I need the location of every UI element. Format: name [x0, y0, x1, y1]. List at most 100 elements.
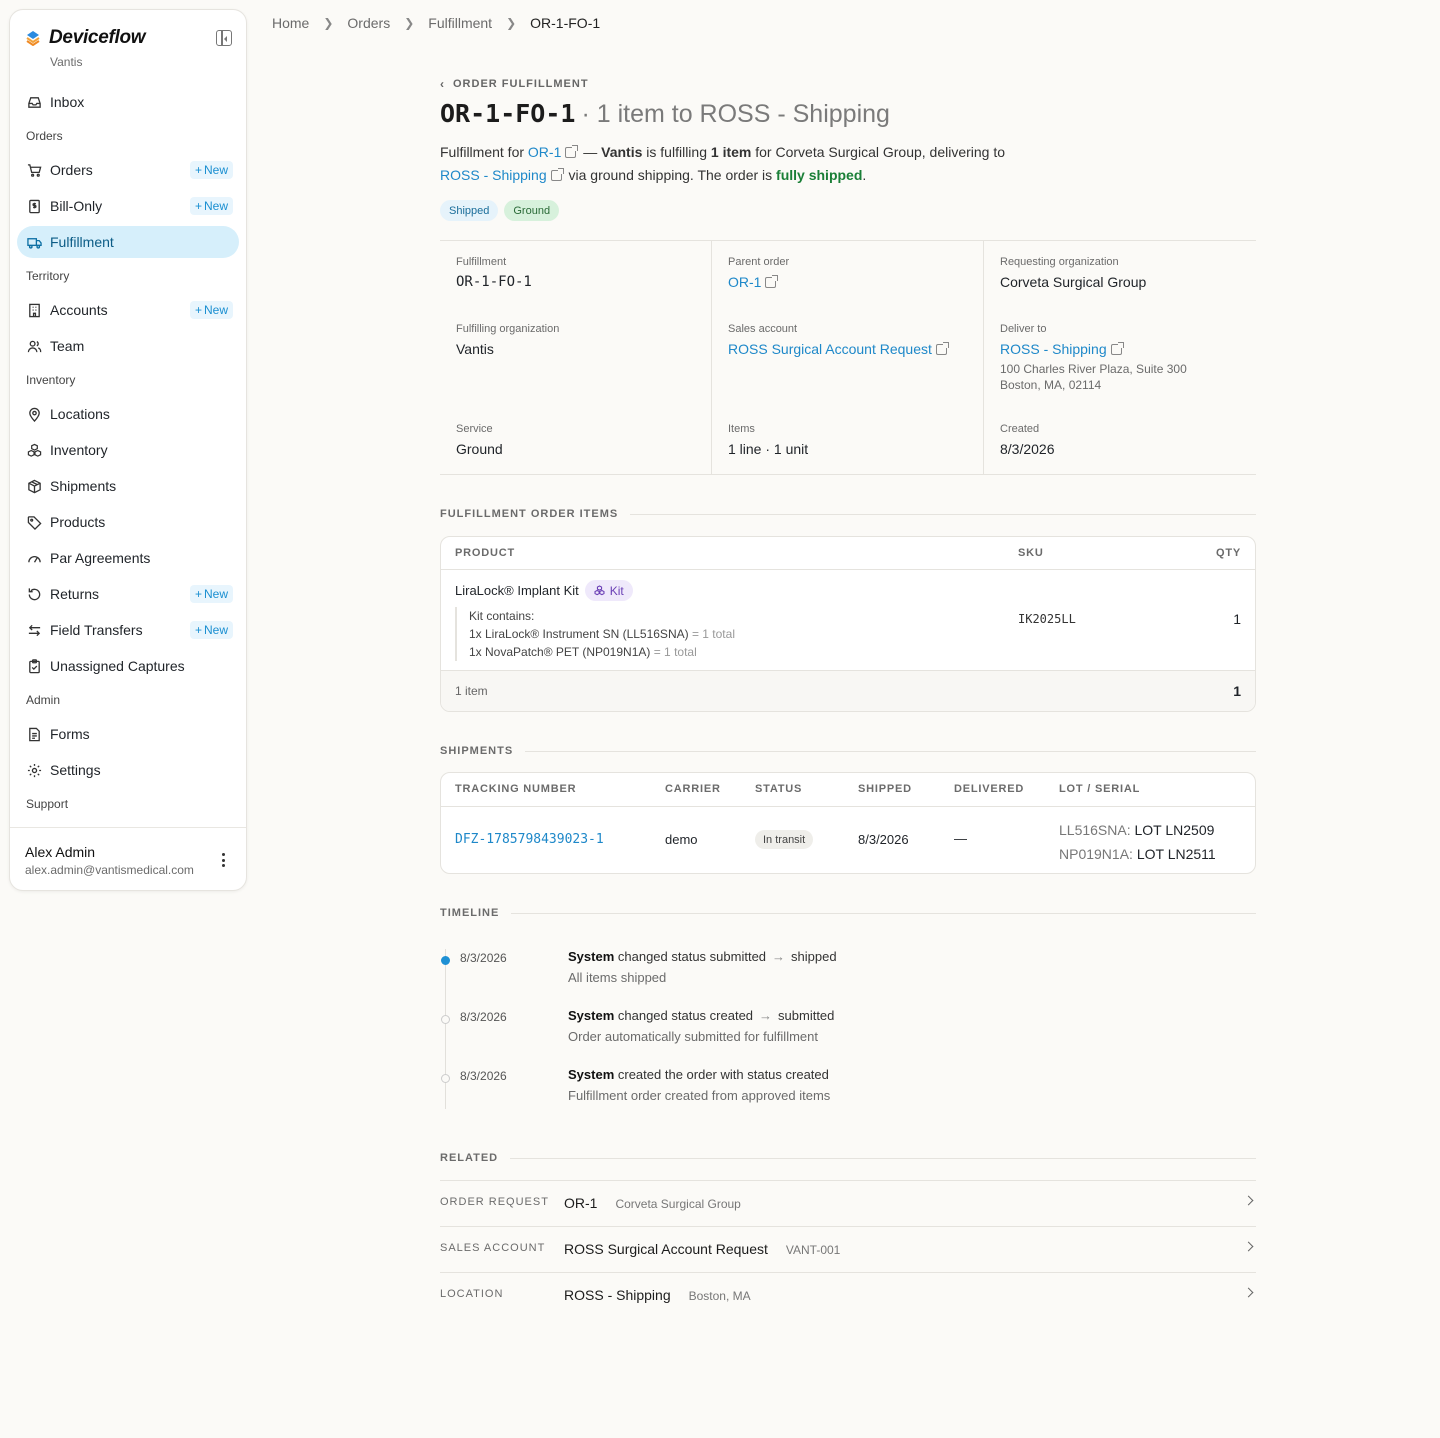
table-header: TRACKING NUMBER CARRIER STATUS SHIPPED D…: [441, 773, 1255, 807]
sidebar-item-par-agreements[interactable]: Par Agreements: [17, 542, 239, 574]
parent-order-link[interactable]: OR-1: [728, 274, 761, 290]
sidebar-item-label: Bill-Only: [50, 198, 103, 214]
section-inventory: Inventory: [26, 373, 76, 387]
gauge-icon: [26, 550, 42, 566]
sales-account-link[interactable]: ROSS Surgical Account Request: [728, 341, 932, 357]
details-col-3: Requesting organization Corveta Surgical…: [984, 241, 1256, 474]
new-bill-only-button[interactable]: + New: [189, 197, 233, 215]
sidebar-item-fulfillment[interactable]: Fulfillment: [17, 226, 239, 258]
rotate-ccw-icon: [26, 586, 42, 602]
brand[interactable]: Deviceflow: [25, 27, 146, 49]
breadcrumb-home[interactable]: Home: [272, 15, 309, 31]
service-badge: Ground: [504, 200, 560, 221]
order-link[interactable]: OR-1: [528, 144, 561, 160]
tracking-link[interactable]: DFZ-1785798439023-1: [455, 832, 604, 847]
kit-icon: [594, 585, 605, 596]
sidebar-item-settings[interactable]: Settings: [17, 754, 239, 786]
shipments-section-title: SHIPMENTS: [440, 745, 1256, 757]
related-order-request[interactable]: ORDER REQUEST OR-1 Corveta Surgical Group: [440, 1180, 1256, 1226]
external-link-icon[interactable]: [1110, 342, 1124, 355]
field-service: Service Ground: [456, 423, 503, 457]
eyebrow-label: ORDER FULFILLMENT: [453, 78, 589, 90]
new-order-button[interactable]: + New: [189, 161, 233, 179]
chevron-right-icon: ❯: [506, 16, 517, 30]
sidebar-item-inventory[interactable]: Inventory: [17, 434, 239, 466]
delivered-date: —: [954, 831, 967, 846]
external-link-icon[interactable]: [765, 275, 779, 288]
new-return-button[interactable]: + New: [189, 585, 233, 603]
related-location[interactable]: LOCATION ROSS - Shipping Boston, MA: [440, 1272, 1256, 1318]
transfer-arrows-icon: [26, 622, 42, 638]
timeline-section-title: TIMELINE: [440, 907, 1256, 919]
timeline-dot-icon: [441, 1074, 450, 1083]
arrow-right-icon: →: [759, 1008, 773, 1023]
new-field-transfer-button[interactable]: + New: [189, 621, 233, 639]
plus-icon: +: [194, 587, 202, 601]
back-link[interactable]: ‹ ORDER FULFILLMENT: [440, 77, 1256, 91]
deviceflow-logo-icon: [25, 30, 41, 47]
field-deliver-to: Deliver to ROSS - Shipping 100 Charles R…: [1000, 323, 1187, 392]
external-link-icon[interactable]: [565, 145, 579, 158]
timeline-event: 8/3/2026 System created the order with s…: [440, 1066, 1256, 1126]
sidebar-item-locations[interactable]: Locations: [17, 398, 239, 430]
external-link-icon[interactable]: [550, 168, 564, 181]
sidebar-item-forms[interactable]: Forms: [17, 718, 239, 750]
sidebar-item-label: Team: [50, 338, 85, 354]
status-badges: Shipped Ground: [440, 200, 1256, 221]
related-sales-account[interactable]: SALES ACCOUNT ROSS Surgical Account Requ…: [440, 1226, 1256, 1272]
details-col-2: Parent order OR-1 Sales account ROSS Sur…: [712, 241, 984, 474]
collapse-sidebar-icon[interactable]: [216, 30, 232, 46]
arrow-right-icon: →: [772, 949, 786, 964]
sidebar-item-unassigned-captures[interactable]: Unassigned Captures: [17, 650, 239, 682]
sidebar-item-inbox[interactable]: Inbox: [17, 86, 239, 118]
building-icon: [26, 302, 42, 318]
timeline-dot-icon: [441, 956, 450, 965]
sidebar-item-shipments[interactable]: Shipments: [17, 470, 239, 502]
sidebar-item-products[interactable]: Products: [17, 506, 239, 538]
package-icon: [26, 478, 42, 494]
sidebar-item-label: Accounts: [50, 302, 108, 318]
brand-name: Deviceflow: [49, 27, 146, 48]
main-content: ‹ ORDER FULFILLMENT OR-1-FO-1 · 1 item t…: [440, 77, 1256, 1303]
kit-contents: Kit contains: 1x LiraLock® Instrument SN…: [455, 607, 735, 661]
section-admin: Admin: [26, 693, 61, 707]
shipment-status-badge: In transit: [755, 830, 814, 849]
tag-icon: [26, 514, 42, 530]
new-account-button[interactable]: + New: [189, 301, 233, 319]
invoice-icon: [26, 198, 42, 214]
table-row[interactable]: LiraLock® Implant Kit Kit Kit contains: …: [441, 570, 1255, 671]
field-created: Created 8/3/2026: [1000, 423, 1055, 457]
sidebar-item-orders[interactable]: Orders + New: [17, 154, 239, 186]
table-header: PRODUCT SKU QTY: [441, 537, 1255, 570]
users-icon: [26, 338, 42, 354]
sidebar-item-field-transfers[interactable]: Field Transfers + New: [17, 614, 239, 646]
deliver-to-link[interactable]: ROSS - Shipping: [1000, 341, 1107, 357]
sidebar-item-accounts[interactable]: Accounts + New: [17, 294, 239, 326]
user-profile[interactable]: Alex Admin alex.admin@vantismedical.com: [10, 827, 246, 891]
sidebar-item-returns[interactable]: Returns + New: [17, 578, 239, 610]
field-requesting-org: Requesting organization Corveta Surgical…: [1000, 256, 1147, 290]
breadcrumb-orders[interactable]: Orders: [347, 15, 390, 31]
sidebar-item-bill-only[interactable]: Bill-Only + New: [17, 190, 239, 222]
page-title: OR-1-FO-1 · 1 item to ROSS - Shipping: [440, 99, 1256, 129]
breadcrumb-fulfillment[interactable]: Fulfillment: [428, 15, 492, 31]
map-pin-icon: [26, 406, 42, 422]
qty-value: 1: [1233, 611, 1241, 627]
external-link-icon[interactable]: [935, 342, 949, 355]
address-line-2: Boston, MA, 02114: [1000, 378, 1102, 392]
sidebar-item-label: Par Agreements: [50, 550, 151, 566]
destination-link[interactable]: ROSS - Shipping: [440, 167, 547, 183]
more-vertical-icon[interactable]: [222, 853, 226, 867]
sidebar-item-label: Locations: [50, 406, 110, 422]
timeline-event: 8/3/2026 System changed status submitted…: [440, 948, 1256, 1008]
section-territory: Territory: [26, 269, 70, 283]
shipped-date: 8/3/2026: [858, 832, 909, 847]
section-support: Support: [26, 797, 69, 811]
sidebar-item-team[interactable]: Team: [17, 330, 239, 362]
sidebar-item-label: Forms: [50, 726, 90, 742]
table-footer: 1 item 1: [441, 671, 1255, 711]
sidebar-item-label: Settings: [50, 762, 101, 778]
carrier-value: demo: [665, 832, 698, 847]
table-row[interactable]: DFZ-1785798439023-1 demo In transit 8/3/…: [441, 807, 1255, 873]
breadcrumb-current: OR-1-FO-1: [530, 15, 601, 31]
